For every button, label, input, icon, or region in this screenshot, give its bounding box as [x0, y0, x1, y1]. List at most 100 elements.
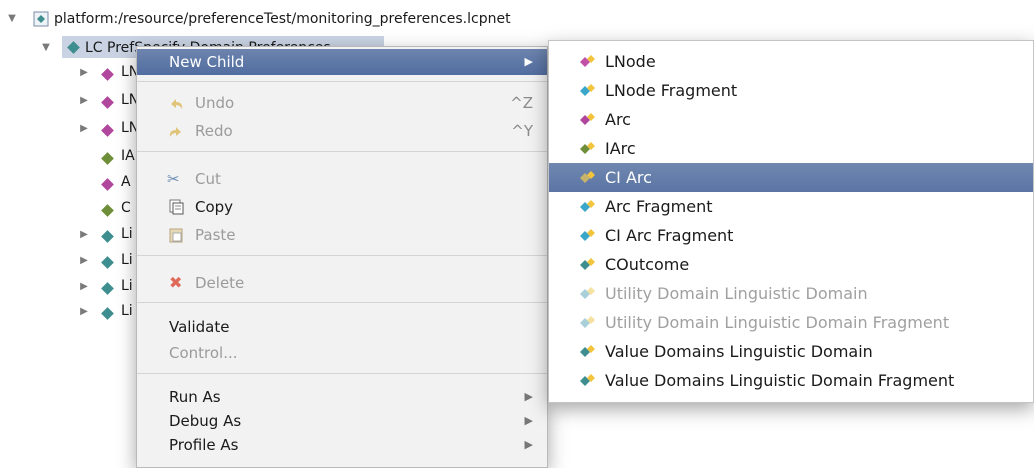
lnode-icon [101, 68, 114, 81]
tree-child-label[interactable]: Li [121, 303, 133, 319]
submenu-item-label: Arc Fragment [605, 197, 713, 216]
iarc-add-icon [580, 142, 595, 154]
arc-add-icon [580, 113, 595, 125]
ci-arc-add-icon [580, 171, 595, 183]
menu-separator [137, 255, 547, 256]
menu-item-label: Redo [195, 122, 233, 140]
arc-fragment-add-icon [580, 200, 595, 212]
tree-child-label[interactable]: Li [121, 278, 133, 294]
shortcut-label: ^Z [510, 94, 533, 112]
submenu-item-arc[interactable]: Arc [549, 105, 1033, 134]
menu-item-new-child[interactable]: New Child ▶ [137, 49, 547, 75]
menu-item-label: Run As [169, 388, 221, 406]
submenu-item-utility-domain[interactable]: Utility Domain Linguistic Domain [549, 279, 1033, 308]
linguistic-domain-icon [101, 230, 114, 243]
menu-item-redo[interactable]: Redo ^Y [137, 119, 547, 143]
submenu-item-value-domains[interactable]: Value Domains Linguistic Domain [549, 337, 1033, 366]
menu-item-label: Control... [169, 344, 238, 362]
delete-x-icon: ✖ [169, 273, 183, 292]
menu-item-label: New Child [169, 53, 245, 71]
tree-child-label[interactable]: C [121, 200, 131, 216]
linguistic-domain-icon [101, 307, 114, 320]
copy-icon [169, 199, 184, 215]
undo-icon [171, 99, 183, 109]
tree-child-label[interactable]: A [121, 174, 131, 190]
coutcome-add-icon [580, 258, 595, 270]
linguistic-domain-icon [101, 256, 114, 269]
shortcut-label: ^Y [511, 122, 533, 140]
menu-item-copy[interactable]: Copy [137, 195, 547, 219]
value-domains-add-icon [580, 345, 595, 357]
submenu-item-ci-arc-fragment[interactable]: CI Arc Fragment [549, 221, 1033, 250]
expand-right-icon[interactable]: ▶ [78, 255, 90, 266]
submenu-arrow-icon: ▶ [524, 438, 533, 451]
expand-down-icon[interactable]: ▼ [6, 8, 18, 30]
menu-item-control[interactable]: Control... [137, 341, 547, 365]
lnode-fragment-add-icon [580, 84, 595, 96]
submenu-item-label: IArc [605, 139, 636, 158]
menu-item-label: Undo [195, 94, 235, 112]
submenu-item-label: Value Domains Linguistic Domain [605, 342, 873, 361]
tree-child-label[interactable]: IA [121, 148, 135, 164]
expand-right-icon[interactable]: ▶ [78, 67, 90, 78]
submenu-item-lnode[interactable]: LNode [549, 47, 1033, 76]
tree-child-label[interactable]: Li [121, 226, 133, 242]
tree-child-label[interactable]: Li [121, 252, 133, 268]
menu-item-label: Debug As [169, 412, 242, 430]
utility-domain-add-icon [580, 287, 595, 299]
menu-item-run-as[interactable]: Run As ▶ [137, 385, 547, 409]
menu-item-label: Cut [195, 170, 221, 188]
redo-icon [169, 127, 181, 137]
menu-item-paste[interactable]: Paste [137, 223, 547, 247]
ci-arc-fragment-add-icon [580, 229, 595, 241]
submenu-arrow-icon: ▶ [524, 390, 533, 403]
submenu-item-coutcome[interactable]: COutcome [549, 250, 1033, 279]
context-menu: New Child ▶ Undo ^Z Redo ^Y ✂ Cut Copy P… [136, 46, 548, 468]
tree-root-label: platform:/resource/preferenceTest/monito… [54, 11, 511, 27]
menu-item-debug-as[interactable]: Debug As ▶ [137, 409, 547, 433]
value-domains-fragment-add-icon [580, 374, 595, 386]
submenu-item-arc-fragment[interactable]: Arc Fragment [549, 192, 1033, 221]
lnode-icon [101, 96, 114, 109]
submenu-item-label: COutcome [605, 255, 690, 274]
scissors-icon: ✂ [167, 170, 180, 188]
menu-item-cut[interactable]: ✂ Cut [137, 167, 547, 191]
menu-item-profile-as[interactable]: Profile As ▶ [137, 433, 547, 457]
menu-item-delete[interactable]: ✖ Delete [137, 271, 547, 295]
submenu-item-ci-arc[interactable]: CI Arc [549, 163, 1033, 192]
expand-right-icon[interactable]: ▶ [78, 281, 90, 292]
linguistic-domain-icon [101, 282, 114, 295]
submenu-item-label: Arc [605, 110, 631, 129]
lnode-icon [101, 124, 114, 137]
menu-item-label: Paste [195, 226, 236, 244]
menu-item-label: Profile As [169, 436, 239, 454]
menu-separator [137, 81, 547, 82]
arc-icon [101, 178, 114, 191]
menu-item-label: Delete [195, 274, 245, 292]
resource-file-icon [33, 11, 49, 27]
expand-right-icon[interactable]: ▶ [78, 229, 90, 240]
menu-item-undo[interactable]: Undo ^Z [137, 91, 547, 115]
submenu-item-value-domains-fragment[interactable]: Value Domains Linguistic Domain Fragment [549, 366, 1033, 395]
menu-item-label: Copy [195, 198, 234, 216]
expand-down-icon[interactable]: ▼ [40, 37, 52, 59]
menu-separator [137, 373, 547, 374]
menu-item-label: Validate [169, 318, 230, 336]
iarc-icon [101, 152, 114, 165]
submenu-item-utility-domain-fragment[interactable]: Utility Domain Linguistic Domain Fragmen… [549, 308, 1033, 337]
submenu-item-label: Utility Domain Linguistic Domain Fragmen… [605, 313, 950, 332]
submenu-item-lnode-fragment[interactable]: LNode Fragment [549, 76, 1033, 105]
submenu-arrow-icon: ▶ [524, 55, 533, 68]
submenu-item-iarc[interactable]: IArc [549, 134, 1033, 163]
submenu-item-label: Value Domains Linguistic Domain Fragment [605, 371, 955, 390]
expand-right-icon[interactable]: ▶ [78, 123, 90, 134]
expand-right-icon[interactable]: ▶ [78, 306, 90, 317]
utility-domain-fragment-add-icon [580, 316, 595, 328]
new-child-submenu: LNode LNode Fragment Arc IArc CI Arc Arc… [548, 40, 1034, 403]
submenu-item-label: LNode [605, 52, 656, 71]
lnode-add-icon [580, 55, 595, 67]
paste-icon [169, 228, 183, 243]
coutcome-icon [101, 204, 114, 217]
menu-item-validate[interactable]: Validate [137, 315, 547, 339]
expand-right-icon[interactable]: ▶ [78, 95, 90, 106]
